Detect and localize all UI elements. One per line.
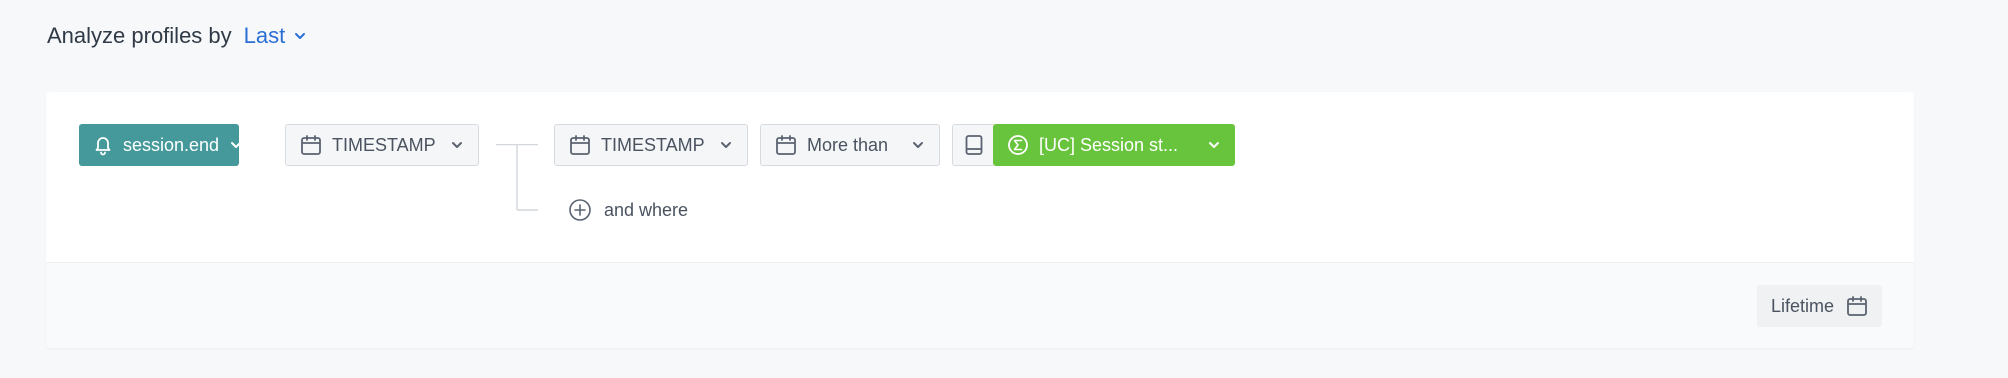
analyze-mode-dropdown[interactable]: Last [244,23,308,49]
chevron-down-icon [452,142,462,148]
event-select[interactable]: session.end [79,124,242,166]
date-range-button[interactable]: Lifetime [1756,285,1882,327]
condition-parameter-select[interactable]: TIMESTAMP [554,124,748,166]
chevron-down-icon [1209,142,1219,148]
operator-label: More than [807,134,889,155]
condition-parameter-label: TIMESTAMP [601,134,705,155]
analyze-mode-value: Last [243,23,286,48]
event-label: session.end [123,134,220,155]
aggregate-select[interactable]: [UC] Session st... [993,124,1235,166]
aggregate-label: [UC] Session st... [1039,134,1179,155]
book-icon [965,135,983,155]
plus-circle-icon [569,199,591,221]
value-type-toggle[interactable] [952,124,996,166]
filter-card: session.end TIMESTAMP TIMESTAMP More tha… [46,92,1914,348]
condition-connector [496,144,538,211]
page-title: Analyze profiles by [47,23,232,48]
analyze-header: Analyze profiles by Last [47,20,307,52]
event-parameter-select[interactable]: TIMESTAMP [285,124,479,166]
calendar-icon [570,135,590,155]
operator-select[interactable]: More than [760,124,940,166]
calendar-icon [301,135,321,155]
card-footer: Lifetime [46,262,1914,348]
event-parameter-label: TIMESTAMP [332,134,436,155]
add-condition-button[interactable]: and where [568,196,688,224]
sigma-circle-icon [1008,135,1028,155]
chevron-down-icon [721,142,731,148]
calendar-icon [1847,296,1867,316]
chevron-down-icon [295,33,306,39]
chevron-down-icon [913,142,923,148]
chevron-down-icon [231,142,242,148]
date-range-label: Lifetime [1770,295,1834,316]
add-condition-label: and where [604,199,689,220]
calendar-icon [776,135,796,155]
bell-icon [95,137,111,156]
